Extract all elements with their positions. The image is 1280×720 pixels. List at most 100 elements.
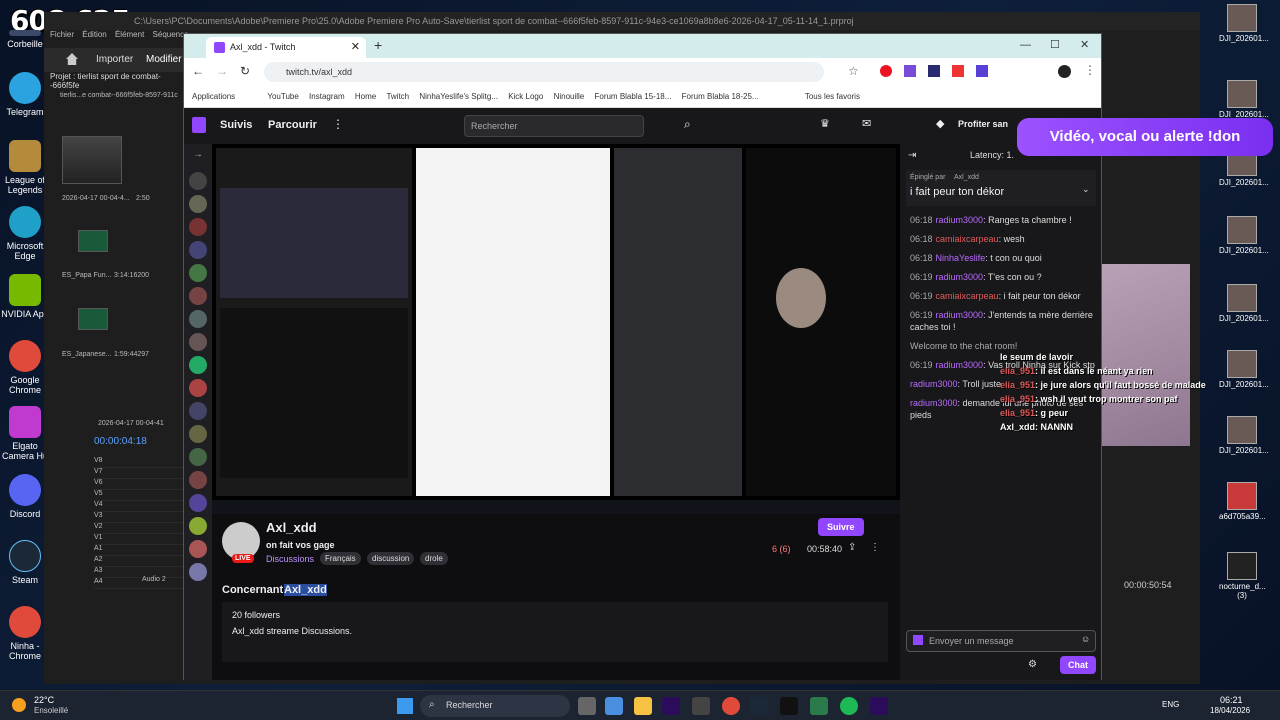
bookmark[interactable]: Forum Blabla 18-25... xyxy=(682,92,759,101)
taskbar-search[interactable]: ⌕ Rechercher xyxy=(420,695,570,717)
desktop-file[interactable]: DJI_202601... xyxy=(1219,4,1269,43)
extension-icon[interactable] xyxy=(952,65,964,77)
chat-username[interactable]: radium3000 xyxy=(936,272,984,282)
video-player[interactable] xyxy=(212,144,900,514)
chat-username[interactable]: radium3000 xyxy=(936,310,984,320)
bookmark[interactable]: Ninouille xyxy=(554,92,585,101)
chrome-icon[interactable] xyxy=(722,697,740,715)
sidebar-channel-avatar[interactable] xyxy=(189,356,207,374)
weather-icon[interactable] xyxy=(12,698,26,712)
pinned-message[interactable]: Épinglé par Axl_xdd i fait peur ton déko… xyxy=(906,170,1096,206)
maximize-icon[interactable]: ☐ xyxy=(1050,38,1060,51)
bookmark[interactable]: YouTube xyxy=(267,92,298,101)
tab-twitch[interactable]: Axl_xdd - Twitch ✕ xyxy=(206,37,366,58)
search-input[interactable]: Rechercher xyxy=(464,115,644,137)
app-icon[interactable] xyxy=(692,697,710,715)
extension-icon[interactable] xyxy=(976,65,988,77)
tag[interactable]: discussion xyxy=(367,552,415,565)
clock-time[interactable]: 06:21 xyxy=(1220,695,1243,705)
track-label[interactable]: V7 xyxy=(94,468,194,479)
desktop-icon-elgato[interactable]: Elgato Camera Hu xyxy=(0,406,50,461)
desktop-icon-steam[interactable]: Steam xyxy=(0,540,50,585)
sidebar-channel-avatar[interactable] xyxy=(189,379,207,397)
sidebar-channel-avatar[interactable] xyxy=(189,333,207,351)
star-icon[interactable]: ☆ xyxy=(848,64,859,78)
sidebar-channel-avatar[interactable] xyxy=(189,563,207,581)
notifications-icon[interactable]: ✉ xyxy=(862,117,871,130)
spotify-icon[interactable] xyxy=(840,697,858,715)
more-options-icon[interactable]: ⋮ xyxy=(870,542,880,553)
desktop-icon-telegram[interactable]: Telegram xyxy=(0,72,50,117)
chat-username[interactable]: camiaixcarpeau xyxy=(936,291,999,301)
track-label[interactable]: V5 xyxy=(94,490,194,501)
twitch-logo-icon[interactable] xyxy=(192,117,206,133)
desktop-file[interactable]: DJI_202601... xyxy=(1219,216,1269,255)
more-icon[interactable]: ⋮ xyxy=(332,117,344,131)
weather-temp[interactable]: 22°C xyxy=(34,695,54,705)
collapse-icon[interactable]: → xyxy=(189,149,207,167)
bookmark[interactable]: Forum Blabla 15-18... xyxy=(594,92,671,101)
desktop-icon-league[interactable]: League of Legends xyxy=(0,140,50,195)
language-indicator[interactable]: ENG xyxy=(1162,700,1179,709)
desktop-icon-recycle-bin[interactable]: Corbeille xyxy=(0,30,50,49)
chat-username[interactable]: radium3000 xyxy=(910,379,958,389)
modify-tab[interactable]: Modifier xyxy=(146,54,182,65)
sidebar-channel-avatar[interactable] xyxy=(189,448,207,466)
close-window-icon[interactable]: ✕ xyxy=(1080,38,1089,51)
task-view-icon[interactable] xyxy=(578,697,596,715)
bits-icon[interactable] xyxy=(913,635,923,645)
collapse-chat-icon[interactable]: ⇥ xyxy=(908,150,916,161)
extension-icon[interactable] xyxy=(928,65,940,77)
clip-thumbnail[interactable] xyxy=(62,136,122,184)
url-input[interactable]: twitch.tv/axl_xdd xyxy=(264,62,824,82)
desktop-icon-ninha-chrome[interactable]: Ninha - Chrome xyxy=(0,606,50,661)
sidebar-channel-avatar[interactable] xyxy=(189,471,207,489)
sidebar-channel-avatar[interactable] xyxy=(189,402,207,420)
track-label[interactable]: V4 xyxy=(94,501,194,512)
bookmark[interactable]: Twitch xyxy=(386,92,409,101)
menu-edit[interactable]: Édition xyxy=(82,30,106,39)
track-label[interactable]: V2 xyxy=(94,523,194,534)
copilot-icon[interactable] xyxy=(605,697,623,715)
bookmark[interactable]: NinhaYeslife's Splitg... xyxy=(419,92,498,101)
sidebar-channel-avatar[interactable] xyxy=(189,218,207,236)
reload-icon[interactable]: ↻ xyxy=(240,64,250,78)
track-label[interactable]: V1 xyxy=(94,534,194,545)
sidebar-channel-avatar[interactable] xyxy=(189,195,207,213)
search-icon[interactable]: ⌕ xyxy=(684,117,691,132)
new-tab-icon[interactable]: + xyxy=(374,37,382,53)
share-icon[interactable]: ⇪ xyxy=(848,542,856,553)
home-icon[interactable] xyxy=(66,53,78,65)
chat-username[interactable]: radium3000 xyxy=(936,215,984,225)
chat-username[interactable]: radium3000 xyxy=(936,360,984,370)
chat-username[interactable]: NinhaYeslife xyxy=(936,253,986,263)
desktop-icon-discord[interactable]: Discord xyxy=(0,474,50,519)
menu-dots-icon[interactable]: ⋮ xyxy=(1084,63,1096,77)
sidebar-channel-avatar[interactable] xyxy=(189,494,207,512)
weather-desc[interactable]: Ensoleillé xyxy=(34,706,68,715)
tag[interactable]: Français xyxy=(320,552,361,565)
extension-icon[interactable] xyxy=(880,65,892,77)
track-label[interactable]: V6 xyxy=(94,479,194,490)
extension-icon[interactable] xyxy=(904,65,916,77)
start-icon[interactable] xyxy=(397,698,413,714)
nav-browse[interactable]: Parcourir xyxy=(268,119,317,131)
sidebar-channel-avatar[interactable] xyxy=(189,310,207,328)
sidebar-channel-avatar[interactable] xyxy=(189,172,207,190)
track-label[interactable]: A1 xyxy=(94,545,194,556)
chevron-down-icon[interactable]: ⌄ xyxy=(1082,184,1090,195)
profile-avatar[interactable] xyxy=(1058,65,1071,78)
tiktok-icon[interactable] xyxy=(780,697,798,715)
follow-button[interactable]: Suivre xyxy=(818,518,864,536)
category-link[interactable]: Discussions xyxy=(266,554,314,564)
desktop-file[interactable]: nocturne_d... (3) xyxy=(1219,552,1266,600)
sidebar-channel-avatar[interactable] xyxy=(189,287,207,305)
track-label[interactable]: V3 xyxy=(94,512,194,523)
desktop-file[interactable]: DJI_202601... xyxy=(1219,284,1269,323)
desktop-file[interactable]: DJI_202601... xyxy=(1219,80,1269,119)
forward-icon[interactable]: → xyxy=(216,64,228,78)
minimize-icon[interactable]: — xyxy=(1020,39,1031,51)
audio-clip-icon[interactable] xyxy=(78,308,108,330)
sidebar-channel-avatar[interactable] xyxy=(189,264,207,282)
bookmark-all[interactable]: Tous les favoris xyxy=(805,92,860,101)
